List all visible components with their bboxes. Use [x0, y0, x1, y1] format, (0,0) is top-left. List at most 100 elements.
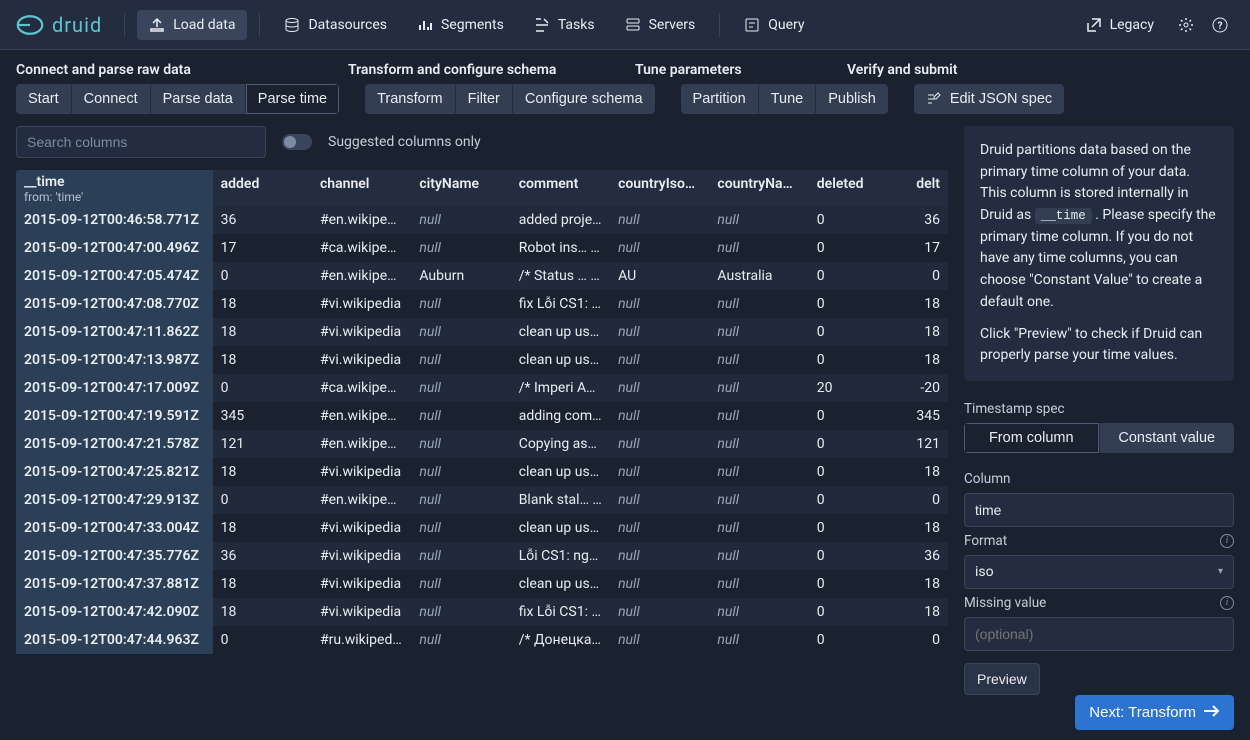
cell: 17 — [908, 234, 948, 262]
nav-settings[interactable] — [1172, 10, 1200, 40]
cell: #en.wikipedia — [312, 486, 411, 514]
cell: #vi.wikipedia — [312, 458, 411, 486]
nav-legacy[interactable]: Legacy — [1074, 10, 1166, 40]
table-row: 2015-09-12T00:47:25.821Z18#vi.wikipedian… — [16, 458, 948, 486]
cell: null — [411, 206, 510, 234]
arrow-right-icon — [1204, 704, 1220, 721]
cell-time: 2015-09-12T00:47:17.009Z — [16, 374, 213, 402]
col-cityName[interactable]: cityName — [411, 170, 510, 206]
cell-time: 2015-09-12T00:47:42.090Z — [16, 598, 213, 626]
col-deleted[interactable]: deleted — [809, 170, 908, 206]
nav-tasks[interactable]: Tasks — [522, 10, 607, 40]
col-time[interactable]: __time from: 'time' — [16, 170, 213, 206]
cell: 20 — [809, 374, 908, 402]
timestamp-spec-label: Timestamp spec — [964, 401, 1234, 417]
format-select[interactable]: iso ▾ — [964, 555, 1234, 589]
cell: null — [411, 542, 510, 570]
cell: null — [411, 486, 510, 514]
cell: 18 — [908, 514, 948, 542]
cell: 345 — [908, 402, 948, 430]
tab-from-column[interactable]: From column — [964, 423, 1099, 453]
cell: null — [610, 542, 709, 570]
cell: #en.wikipedia — [312, 206, 411, 234]
header-connect: Connect and parse raw data — [16, 62, 336, 78]
cell: 0 — [809, 598, 908, 626]
next-button[interactable]: Next: Transform — [1075, 695, 1234, 730]
info-icon[interactable]: i — [1220, 534, 1234, 548]
preview-table: __time from: 'time' added channel cityNa… — [16, 170, 948, 740]
col-countryIsoCode[interactable]: countryIsoCo — [610, 170, 709, 206]
cell-comment: Robot ins… ••• — [511, 234, 610, 262]
cell-time: 2015-09-12T00:47:19.591Z — [16, 402, 213, 430]
nav-query-label: Query — [768, 17, 804, 33]
cell: null — [411, 570, 510, 598]
cell: null — [610, 486, 709, 514]
col-added[interactable]: added — [213, 170, 312, 206]
nav-tasks-label: Tasks — [558, 17, 595, 33]
cell: null — [610, 234, 709, 262]
step-start[interactable]: Start — [16, 84, 71, 114]
table-row: 2015-09-12T00:47:29.913Z0#en.wikipedianu… — [16, 486, 948, 514]
step-partition[interactable]: Partition — [681, 84, 758, 114]
suggested-columns-toggle[interactable] — [282, 134, 312, 150]
nav-query[interactable]: Query — [732, 10, 816, 40]
nav-segments[interactable]: Segments — [405, 10, 516, 40]
cell: 0 — [809, 514, 908, 542]
step-configure-schema[interactable]: Configure schema — [512, 84, 655, 114]
cell-comment: added project — [511, 206, 610, 234]
cell: #vi.wikipedia — [312, 290, 411, 318]
preview-button[interactable]: Preview — [964, 663, 1040, 695]
nav-datasources[interactable]: Datasources — [272, 10, 399, 40]
tab-constant-value[interactable]: Constant value — [1099, 423, 1235, 453]
cell: null — [610, 290, 709, 318]
table-row: 2015-09-12T00:47:19.591Z345#en.wikipedia… — [16, 402, 948, 430]
col-delta[interactable]: delt — [908, 170, 948, 206]
cell: 0 — [908, 262, 948, 290]
cell: null — [709, 402, 808, 430]
step-parse-time[interactable]: Parse time — [245, 84, 339, 114]
cell: null — [610, 514, 709, 542]
nav-help[interactable]: ? — [1206, 10, 1234, 40]
cell: null — [610, 458, 709, 486]
col-time-sub: from: 'time' — [24, 190, 205, 204]
cell: 18 — [213, 598, 312, 626]
cell: null — [709, 318, 808, 346]
cell: 0 — [809, 570, 908, 598]
nav-datasources-label: Datasources — [308, 17, 387, 33]
cell: #en.wikipedia — [312, 262, 411, 290]
step-parse-data[interactable]: Parse data — [150, 84, 245, 114]
search-columns-input[interactable] — [16, 126, 266, 158]
step-tune[interactable]: Tune — [758, 84, 816, 114]
cell: null — [709, 458, 808, 486]
step-transform[interactable]: Transform — [365, 84, 455, 114]
missing-value-input[interactable] — [964, 617, 1234, 651]
druid-logo[interactable]: druid — [16, 11, 102, 39]
top-navbar: druid Load data Datasources Segments Tas… — [0, 0, 1250, 50]
cell-time: 2015-09-12T00:47:37.881Z — [16, 570, 213, 598]
nav-load-data[interactable]: Load data — [137, 10, 247, 40]
cell: null — [411, 458, 510, 486]
step-filter[interactable]: Filter — [455, 84, 512, 114]
cell: 0 — [809, 430, 908, 458]
nav-load-data-label: Load data — [173, 17, 235, 33]
nav-servers[interactable]: Servers — [613, 10, 708, 40]
cell: #vi.wikipedia — [312, 542, 411, 570]
step-edit-json[interactable]: Edit JSON spec — [914, 84, 1064, 114]
info-icon[interactable]: i — [1220, 596, 1234, 610]
cell-comment: clean up usi… — [511, 458, 610, 486]
cell-comment: adding com… — [511, 402, 610, 430]
col-channel[interactable]: channel — [312, 170, 411, 206]
cell: null — [411, 374, 510, 402]
cell-time: 2015-09-12T00:47:44.963Z — [16, 626, 213, 654]
chevron-down-icon: ▾ — [1218, 566, 1223, 577]
cell: 36 — [908, 206, 948, 234]
column-input[interactable] — [964, 493, 1234, 527]
cell: null — [411, 402, 510, 430]
step-publish[interactable]: Publish — [815, 84, 888, 114]
cell: #ca.wikipedia — [312, 234, 411, 262]
col-countryName[interactable]: countryName — [709, 170, 808, 206]
step-connect[interactable]: Connect — [71, 84, 150, 114]
col-comment[interactable]: comment — [511, 170, 610, 206]
table-row: 2015-09-12T00:47:13.987Z18#vi.wikipedian… — [16, 346, 948, 374]
cell-time: 2015-09-12T00:47:33.004Z — [16, 514, 213, 542]
